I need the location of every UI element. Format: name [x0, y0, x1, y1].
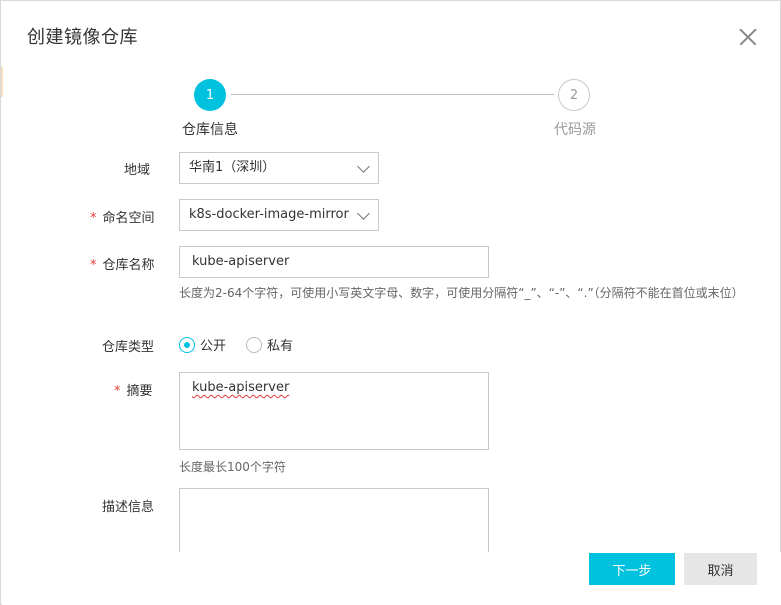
- summary-value: kube-apiserver: [192, 380, 290, 395]
- step-2-circle: 2: [558, 79, 590, 111]
- chevron-down-icon: [358, 162, 369, 173]
- namespace-label: * 命名空间: [90, 211, 155, 226]
- radio-private-label[interactable]: 私有: [267, 335, 293, 354]
- radio-public-label[interactable]: 公开: [200, 335, 226, 354]
- region-label: 地域: [124, 163, 151, 178]
- close-icon[interactable]: [739, 28, 757, 46]
- required-mark: *: [114, 384, 121, 399]
- repo-type-radio-group: 公开 私有: [179, 335, 313, 354]
- repo-type-label: 仓库类型: [102, 340, 155, 355]
- region-value: 华南1（深圳）: [189, 160, 276, 175]
- repo-name-label: * 仓库名称: [90, 258, 155, 273]
- chevron-down-icon: [358, 209, 369, 220]
- namespace-value: k8s-docker-image-mirror: [189, 207, 349, 222]
- summary-label: * 摘要: [114, 384, 153, 399]
- namespace-select[interactable]: k8s-docker-image-mirror: [179, 199, 379, 231]
- step-1-label: 仓库信息: [182, 122, 238, 138]
- summary-textarea[interactable]: kube-apiserver: [179, 372, 489, 450]
- step-1-circle: 1: [194, 79, 226, 111]
- repo-name-input[interactable]: kube-apiserver: [179, 246, 489, 278]
- region-select[interactable]: 华南1（深圳）: [179, 152, 379, 184]
- next-step-button[interactable]: 下一步: [589, 553, 675, 585]
- cancel-button[interactable]: 取消: [684, 553, 757, 585]
- radio-public[interactable]: [179, 336, 195, 353]
- radio-private[interactable]: [246, 336, 263, 353]
- required-mark: *: [90, 211, 97, 226]
- step-connector: [231, 94, 554, 95]
- dialog-title: 创建镜像仓库: [27, 27, 138, 48]
- edge-marker: [1, 67, 3, 97]
- summary-hint: 长度最长100个字符: [179, 460, 286, 474]
- create-repo-dialog: 创建镜像仓库 1 2 仓库信息 代码源 地域 华南1（深圳） * 命名空间 k8s…: [0, 0, 781, 605]
- description-label: 描述信息: [102, 500, 155, 515]
- repo-name-hint: 长度为2-64个字符，可使用小写英文字母、数字，可使用分隔符“_”、“-”、“.…: [179, 286, 744, 300]
- description-textarea[interactable]: [179, 488, 489, 558]
- required-mark: *: [90, 258, 97, 273]
- step-2-label: 代码源: [554, 122, 596, 138]
